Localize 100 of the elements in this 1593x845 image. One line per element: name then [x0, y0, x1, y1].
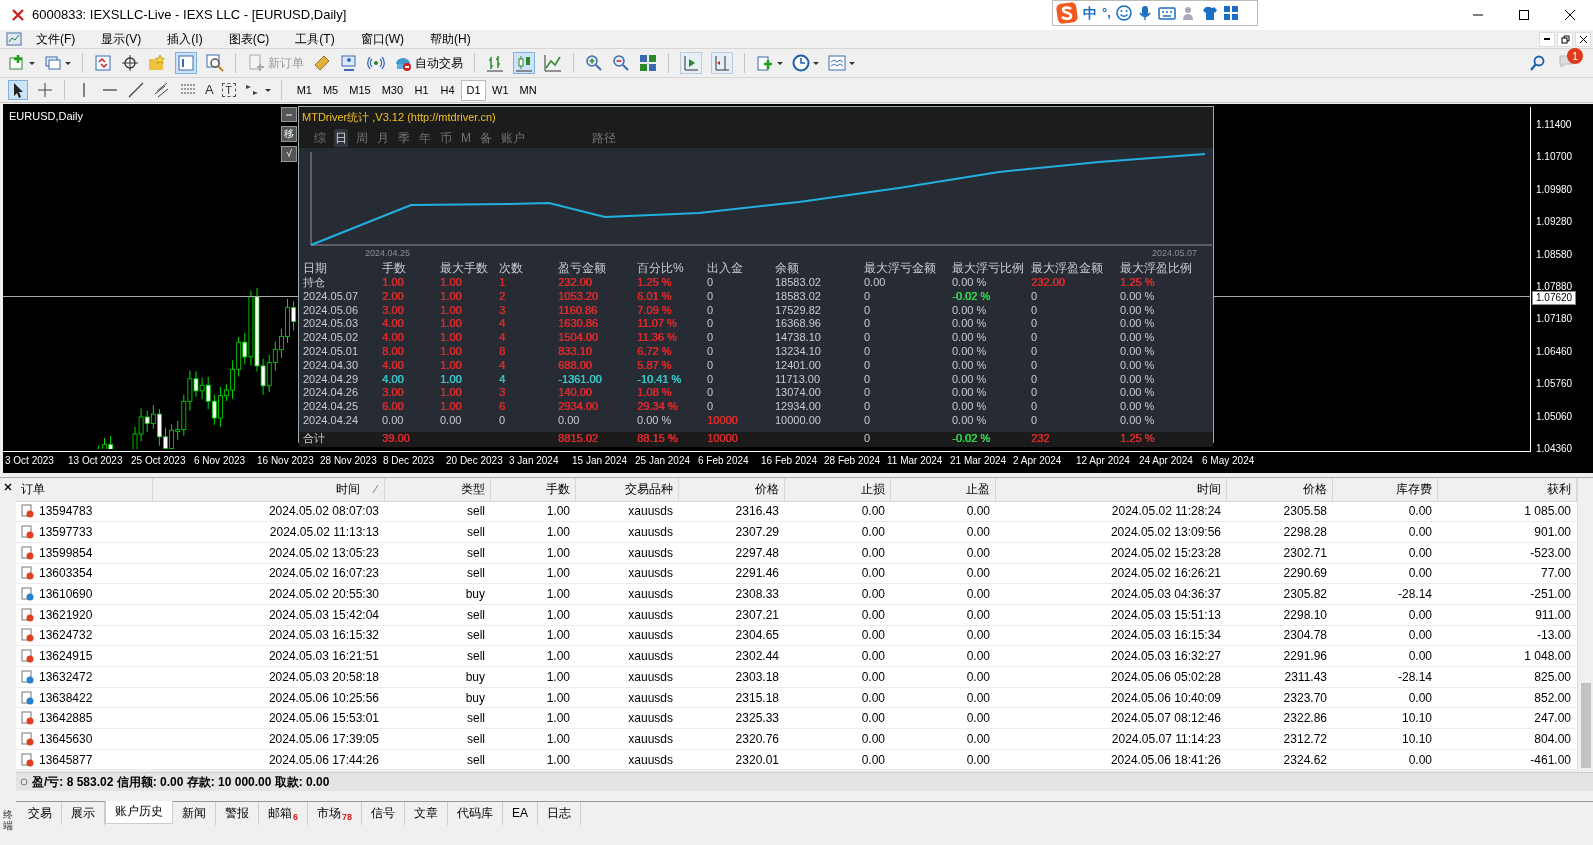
table-cell: 2305.82	[1226, 583, 1332, 605]
menu-item[interactable]: 显示(V)	[93, 30, 150, 48]
text-box-tool[interactable]: T	[221, 83, 236, 97]
panel-tab[interactable]: 综	[313, 129, 327, 147]
menu-item[interactable]: 帮助(H)	[422, 30, 479, 48]
timeframe-button[interactable]: M30	[376, 79, 409, 101]
menu-item[interactable]: 窗口(W)	[352, 30, 412, 48]
column-header[interactable]: 价格	[1226, 478, 1332, 501]
tile-windows-icon[interactable]	[639, 54, 657, 72]
column-header[interactable]: 时间	[152, 478, 384, 501]
microphone-icon[interactable]	[1136, 5, 1153, 21]
template-icon[interactable]	[828, 54, 846, 72]
panel-tab[interactable]: 日	[334, 129, 348, 147]
table-cell: sell	[384, 604, 490, 626]
bottom-tab[interactable]: 信号	[362, 802, 406, 825]
shirt-icon[interactable]	[1201, 5, 1218, 21]
caret-icon[interactable]	[813, 61, 819, 65]
panel-side-button[interactable]: 移	[281, 126, 297, 142]
zoom-in-icon[interactable]	[585, 54, 603, 72]
panel-tab[interactable]: 周	[355, 129, 369, 147]
search-icon[interactable]	[1529, 55, 1545, 71]
child-close-button[interactable]	[1575, 31, 1591, 47]
column-header[interactable]: 止损	[784, 478, 890, 501]
menu-item[interactable]: 图表(C)	[220, 30, 278, 48]
timeframe-button[interactable]: W1	[487, 79, 514, 101]
magnifier-chart-icon[interactable]	[206, 54, 224, 72]
crosshair-icon[interactable]	[121, 54, 139, 72]
timeframe-button[interactable]: H1	[409, 79, 435, 101]
menu-item[interactable]: 工具(T)	[287, 30, 343, 48]
minimize-panel-button[interactable]	[281, 107, 297, 122]
caret-icon[interactable]	[65, 61, 71, 65]
column-header[interactable]: 价格	[678, 478, 784, 501]
timeframe-button[interactable]: H4	[435, 79, 461, 101]
column-header[interactable]: 手数	[490, 478, 575, 501]
panel-tab[interactable]: 月	[376, 129, 390, 147]
clock-icon[interactable]	[792, 54, 810, 72]
column-header[interactable]: 类型	[384, 478, 490, 501]
caret-icon[interactable]	[264, 88, 271, 92]
panel-tab[interactable]: 账户	[500, 129, 526, 147]
text-tool[interactable]: A	[205, 80, 214, 100]
panel-tab[interactable]: M	[460, 129, 472, 147]
caret-icon[interactable]	[777, 61, 783, 65]
panel-side-button[interactable]: √	[281, 146, 297, 162]
bottom-tab[interactable]: 代码库	[448, 802, 504, 825]
terminal-window-icon[interactable]	[177, 54, 195, 72]
timeframe-button[interactable]: M1	[291, 79, 317, 101]
column-header[interactable]: 止盈	[890, 478, 995, 501]
pencil-book-icon[interactable]	[313, 54, 331, 72]
table-cell-text: 4	[499, 358, 507, 373]
timeframe-button[interactable]: M15	[344, 79, 376, 101]
auto-trading-button[interactable]: 自动交易	[394, 54, 463, 72]
market-watch-icon[interactable]	[94, 54, 112, 72]
timeframe-button[interactable]: D1	[461, 79, 487, 101]
menu-item[interactable]: 插入(I)	[159, 30, 211, 48]
table-cell-text: 1.00	[440, 331, 463, 345]
table-cell: 2024.05.02 08:07:03	[152, 501, 384, 522]
autoscroll-icon[interactable]	[682, 54, 700, 72]
smiley-icon[interactable]	[1115, 5, 1132, 21]
timeframe-button[interactable]: M5	[317, 79, 344, 101]
caret-icon[interactable]	[849, 61, 855, 65]
bottom-tab[interactable]: 文章	[405, 802, 449, 825]
panel-tab[interactable]: 备	[479, 129, 493, 147]
child-restore-button[interactable]	[1557, 31, 1573, 47]
trend-line-icon[interactable]	[127, 81, 145, 99]
column-header[interactable]: 库存费	[1332, 478, 1437, 501]
panel-tab[interactable]: 年	[418, 129, 432, 147]
panel-tab[interactable]: 季	[397, 129, 411, 147]
panel-tab[interactable]: 币	[439, 129, 453, 147]
bar-chart-icon[interactable]	[486, 54, 504, 72]
child-minimize-button[interactable]	[1539, 31, 1555, 47]
candlestick-icon[interactable]	[515, 54, 533, 72]
star-folder-icon[interactable]	[148, 54, 166, 72]
punctuation-toggle[interactable]: °,	[1102, 3, 1111, 23]
table-cell-text: 0.00 %	[952, 303, 988, 318]
column-header[interactable]: 获利	[1437, 478, 1576, 501]
bottom-tab[interactable]: 新闻	[173, 802, 216, 825]
bottom-tab[interactable]: 警报	[216, 802, 259, 825]
column-header[interactable]: 时间	[995, 478, 1226, 501]
column-header[interactable]: 订单	[16, 478, 152, 501]
close-button[interactable]	[2, 481, 14, 493]
antenna-icon[interactable]	[367, 54, 385, 72]
s-logo-icon[interactable]	[1056, 2, 1078, 24]
grid-icon[interactable]	[1222, 5, 1239, 21]
input-mode-toggle[interactable]: 中	[1083, 2, 1097, 24]
line-chart-icon[interactable]	[544, 54, 562, 72]
zoom-out-icon[interactable]	[612, 54, 630, 72]
table-cell: sell	[384, 542, 490, 564]
bottom-tab[interactable]: 日志	[538, 802, 582, 825]
bottom-tab[interactable]: EA	[503, 802, 539, 825]
bottom-tab[interactable]: 账户历史	[105, 801, 173, 824]
panel-tab[interactable]: 路径	[591, 129, 617, 147]
chart-shift-icon[interactable]	[713, 54, 731, 72]
channel-icon[interactable]	[153, 81, 171, 99]
timeframe-button[interactable]: MN	[514, 79, 542, 101]
column-header[interactable]: 交易品种	[575, 478, 678, 501]
caret-icon[interactable]	[29, 61, 35, 65]
bottom-tab[interactable]: 交易	[19, 802, 62, 825]
menu-item[interactable]: 文件(F)	[28, 30, 84, 48]
keyboard-icon[interactable]	[1157, 5, 1176, 21]
person-screen-icon[interactable]	[340, 54, 358, 72]
